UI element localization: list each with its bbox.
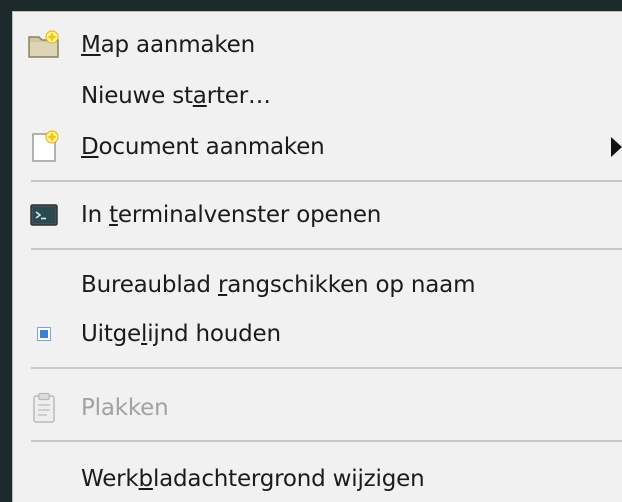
folder-new-icon <box>27 28 61 62</box>
menu-item-label: Plakken <box>81 395 169 421</box>
menu-item-label: Nieuwe starter… <box>81 83 271 109</box>
menu-separator <box>31 367 622 369</box>
menu-item-label: Uitgelijnd houden <box>81 321 281 347</box>
menu-item-label: Map aanmaken <box>81 32 255 58</box>
terminal-icon <box>27 198 61 232</box>
menu-item-label: Document aanmaken <box>81 134 325 160</box>
menu-item-change-wallpaper[interactable]: Werkbladachtergrond wijzigen <box>13 456 622 502</box>
menu-item-open-terminal[interactable]: In terminalvenster openen <box>13 192 622 238</box>
menu-separator <box>31 248 622 250</box>
clipboard-icon <box>27 391 61 425</box>
menu-separator <box>31 440 622 442</box>
menu-item-create-folder[interactable]: Map aanmaken <box>13 22 622 68</box>
menu-separator <box>31 180 622 182</box>
menu-item-create-document[interactable]: Document aanmaken <box>13 124 622 170</box>
desktop-context-menu: Map aanmaken Nieuwe starter… Document aa… <box>12 11 622 502</box>
menu-item-new-launcher[interactable]: Nieuwe starter… <box>13 73 622 119</box>
menu-item-keep-aligned[interactable]: Uitgelijnd houden <box>13 311 622 357</box>
document-new-icon <box>27 130 61 164</box>
checkbox-checked-icon <box>27 317 61 351</box>
menu-item-paste: Plakken <box>13 385 622 431</box>
submenu-arrow-icon <box>611 137 622 157</box>
menu-item-arrange-by-name[interactable]: Bureaublad rangschikken op naam <box>13 262 622 308</box>
menu-item-label: In terminalvenster openen <box>81 202 382 228</box>
menu-item-label: Werkbladachtergrond wijzigen <box>81 466 425 492</box>
menu-item-label: Bureaublad rangschikken op naam <box>81 272 476 298</box>
